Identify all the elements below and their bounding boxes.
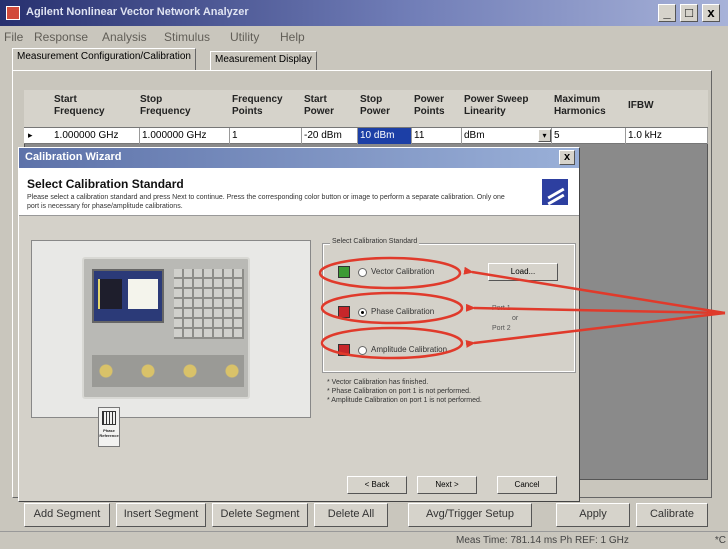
menu-stimulus[interactable]: Stimulus xyxy=(164,30,210,44)
delete-all-button[interactable]: Delete All xyxy=(314,503,388,527)
linearity-value: dBm xyxy=(464,130,485,141)
dialog-header: Select Calibration Standard Please selec… xyxy=(19,168,579,216)
column-start-power[interactable]: Start Power xyxy=(304,94,348,118)
amplitude-calibration-radio[interactable] xyxy=(358,346,367,355)
column-start-frequency[interactable]: Start Frequency xyxy=(54,94,124,118)
avg-trigger-setup-button[interactable]: Avg/Trigger Setup xyxy=(408,503,532,527)
dialog-heading: Select Calibration Standard xyxy=(27,177,184,191)
cell-start-frequency[interactable]: 1.000000 GHz xyxy=(52,128,140,144)
note-vector: * Vector Calibration has finished. xyxy=(327,379,429,386)
load-button[interactable]: Load... xyxy=(488,263,558,281)
vector-calibration-label[interactable]: Vector Calibration xyxy=(371,267,434,276)
next-button[interactable]: Next > xyxy=(417,476,477,494)
phase-reference-label: Phase Reference xyxy=(99,428,119,438)
row-indicator-icon: ▸ xyxy=(28,130,33,140)
calibration-wizard-dialog: Calibration Wizard x Select Calibration … xyxy=(18,147,580,502)
window-title: Agilent Nonlinear Vector Network Analyze… xyxy=(26,6,249,18)
phase-calibration-radio[interactable] xyxy=(358,308,367,317)
column-power-sweep-linearity[interactable]: Power Sweep Linearity xyxy=(464,94,550,118)
app-icon xyxy=(6,6,20,20)
port-2-option[interactable]: Port 2 xyxy=(492,325,511,332)
calibration-standard-group: Select Calibration Standard Vector Calib… xyxy=(322,238,576,373)
apply-button[interactable]: Apply xyxy=(556,503,630,527)
cell-stop-power[interactable]: 10 dBm xyxy=(358,128,412,144)
column-ifbw[interactable]: IFBW xyxy=(628,100,668,112)
status-bar: Meas Time: 781.14 ms Ph REF: 1 GHz *C xyxy=(0,531,728,549)
calibrate-button[interactable]: Calibrate xyxy=(636,503,708,527)
status-indicator: *C xyxy=(714,535,726,546)
phase-calibration-color-button[interactable] xyxy=(338,306,350,318)
menu-file[interactable]: File xyxy=(4,30,23,44)
cell-power-sweep-linearity[interactable]: dBm ▾ xyxy=(462,128,552,144)
insert-segment-button[interactable]: Insert Segment xyxy=(116,503,206,527)
title-bar[interactable]: Agilent Nonlinear Vector Network Analyze… xyxy=(0,0,728,26)
cancel-button[interactable]: Cancel xyxy=(497,476,557,494)
maximize-button[interactable]: □ xyxy=(680,4,698,22)
instrument-screen xyxy=(92,269,164,323)
instrument-ports xyxy=(92,355,244,387)
port-or-label: or xyxy=(512,315,519,322)
column-stop-power[interactable]: Stop Power xyxy=(360,94,404,118)
column-power-points[interactable]: Power Points xyxy=(414,94,454,118)
cell-stop-frequency[interactable]: 1.000000 GHz xyxy=(140,128,230,144)
vector-calibration-color-button[interactable] xyxy=(338,266,350,278)
menu-response[interactable]: Response xyxy=(34,30,88,44)
segment-table-header: Start Frequency Stop Frequency Frequency… xyxy=(24,90,708,128)
group-label: Select Calibration Standard xyxy=(330,238,420,245)
cell-maximum-harmonics[interactable]: 5 xyxy=(552,128,626,144)
delete-segment-button[interactable]: Delete Segment xyxy=(212,503,308,527)
amplitude-calibration-color-button[interactable] xyxy=(338,344,350,356)
menu-help[interactable]: Help xyxy=(280,30,305,44)
note-phase: * Phase Calibration on port 1 is not per… xyxy=(327,388,471,395)
note-amplitude: * Amplitude Calibration on port 1 is not… xyxy=(327,397,482,404)
cell-ifbw[interactable]: 1.0 kHz xyxy=(626,128,708,144)
dialog-close-button[interactable]: x xyxy=(559,150,575,165)
close-button[interactable]: x xyxy=(702,4,720,22)
chevron-down-icon[interactable]: ▾ xyxy=(538,129,551,142)
nvna-instrument-icon xyxy=(82,257,250,399)
column-stop-frequency[interactable]: Stop Frequency xyxy=(140,94,210,118)
cell-frequency-points[interactable]: 1 xyxy=(230,128,302,144)
nvna-application-window: Agilent Nonlinear Vector Network Analyze… xyxy=(0,0,728,549)
tab-measurement-display[interactable]: Measurement Display xyxy=(210,51,317,70)
cell-power-points[interactable]: 11 xyxy=(412,128,462,144)
cell-start-power[interactable]: -20 dBm xyxy=(302,128,358,144)
phase-reference-module[interactable]: Phase Reference xyxy=(98,407,120,447)
amplitude-calibration-label[interactable]: Amplitude Calibration xyxy=(371,345,447,354)
port-selection: Port 1 or Port 2 xyxy=(484,297,570,347)
add-segment-button[interactable]: Add Segment xyxy=(24,503,110,527)
phase-calibration-label[interactable]: Phase Calibration xyxy=(371,307,434,316)
menu-bar: File Response Analysis Stimulus Utility … xyxy=(0,26,728,48)
menu-analysis[interactable]: Analysis xyxy=(102,30,147,44)
minimize-button[interactable]: _ xyxy=(658,4,676,22)
instrument-image[interactable]: Phase Reference xyxy=(31,240,311,447)
status-text: Meas Time: 781.14 ms Ph REF: 1 GHz xyxy=(456,535,629,546)
vector-calibration-radio[interactable] xyxy=(358,268,367,277)
calibration-status-notes: * Vector Calibration has finished. * Pha… xyxy=(327,378,577,405)
menu-utility[interactable]: Utility xyxy=(230,30,259,44)
instrument-keypad xyxy=(174,269,244,339)
dialog-description: Please select a calibration standard and… xyxy=(27,194,505,210)
dialog-title-bar[interactable]: Calibration Wizard x xyxy=(19,148,579,168)
table-row[interactable]: ▸ 1.000000 GHz 1.000000 GHz 1 -20 dBm 10… xyxy=(24,128,708,144)
wizard-icon xyxy=(541,178,569,206)
column-maximum-harmonics[interactable]: Maximum Harmonics xyxy=(554,94,622,118)
phase-reference-icon xyxy=(102,411,116,425)
port-1-option[interactable]: Port 1 xyxy=(492,305,511,312)
dialog-title: Calibration Wizard xyxy=(25,151,122,163)
tab-measurement-configuration[interactable]: Measurement Configuration/Calibration xyxy=(12,48,196,70)
column-frequency-points[interactable]: Frequency Points xyxy=(232,94,296,118)
back-button[interactable]: < Back xyxy=(347,476,407,494)
